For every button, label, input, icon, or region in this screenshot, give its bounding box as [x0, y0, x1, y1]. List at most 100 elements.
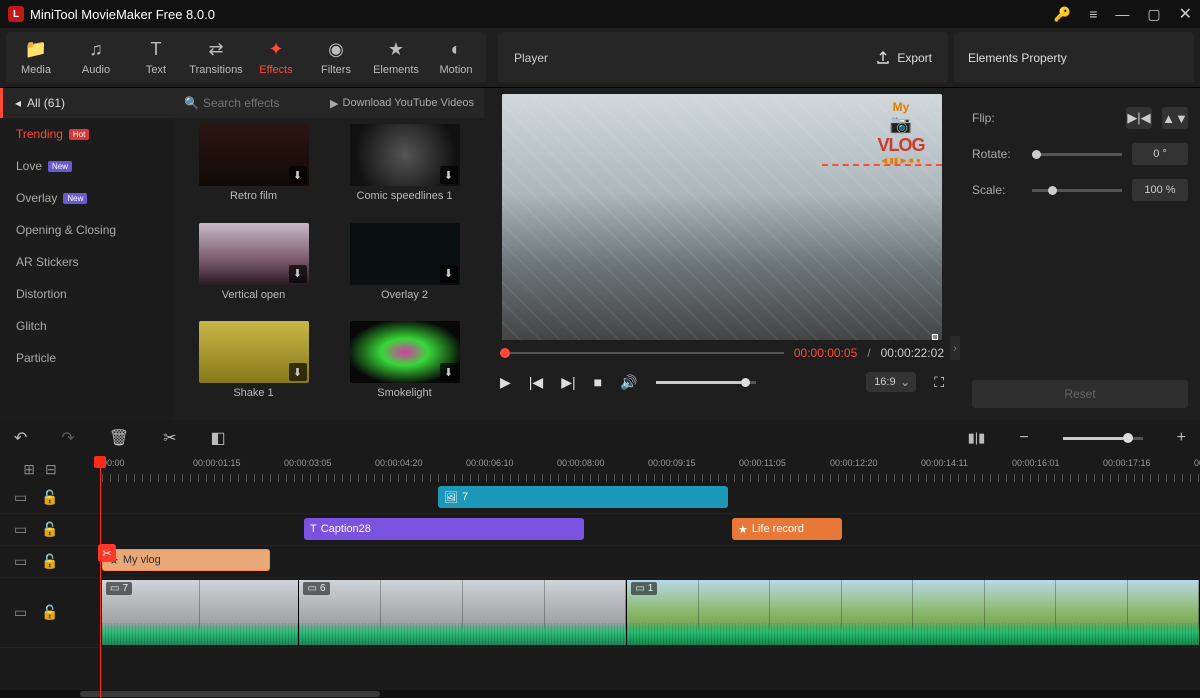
timeline-scrollbar[interactable]: [0, 690, 1200, 698]
fullscreen-button[interactable]: ⛶: [934, 374, 944, 391]
category-item[interactable]: TrendingHot: [0, 118, 174, 150]
split-button[interactable]: ✂: [163, 428, 176, 448]
category-item[interactable]: Opening & Closing: [0, 214, 174, 246]
export-button[interactable]: Export: [875, 50, 932, 66]
rotate-value[interactable]: 0 °: [1132, 143, 1188, 165]
play-button[interactable]: ▶: [500, 374, 511, 391]
properties-title: Elements Property: [954, 32, 1194, 83]
prev-frame-button[interactable]: |◀: [529, 374, 543, 391]
tab-effects[interactable]: ✦Effects: [246, 36, 306, 79]
undo-button[interactable]: ↶: [14, 428, 27, 448]
key-icon[interactable]: 🔑: [1054, 6, 1071, 23]
menu-icon[interactable]: ≡: [1089, 6, 1097, 22]
text-clip[interactable]: TCaption28: [304, 518, 584, 540]
swap-icon: ⇄: [208, 39, 223, 60]
volume-icon[interactable]: 🔊: [620, 374, 637, 391]
sparkle-icon: ✦: [268, 39, 283, 60]
close-button[interactable]: ✕: [1179, 4, 1192, 24]
tab-motion[interactable]: ◐Motion: [426, 36, 486, 79]
resize-handle[interactable]: [932, 334, 938, 340]
lock-icon[interactable]: 🔓: [41, 604, 58, 621]
zoom-slider[interactable]: [1063, 437, 1143, 440]
element-clip[interactable]: ★Life record: [732, 518, 842, 540]
lock-icon[interactable]: 🔓: [41, 489, 58, 506]
video-clip[interactable]: ▭1: [627, 580, 1200, 645]
effect-thumb[interactable]: ⬇Vertical open: [184, 223, 323, 316]
flip-horizontal-button[interactable]: ▶|◀: [1126, 107, 1152, 129]
maximize-button[interactable]: ▢: [1147, 6, 1160, 23]
time-ruler[interactable]: 00:0000:00:01:1500:00:03:0500:00:04:2000…: [80, 456, 1200, 482]
redo-button[interactable]: ↷: [61, 428, 74, 448]
tab-transitions[interactable]: ⇄Transitions: [186, 36, 246, 79]
tab-audio[interactable]: ♫Audio: [66, 36, 126, 79]
effect-thumb[interactable]: ⬇Comic speedlines 1: [335, 124, 474, 217]
next-frame-button[interactable]: ▶|: [561, 374, 575, 391]
crop-button[interactable]: ◧: [211, 428, 226, 448]
category-sidebar: ◂ All (61) TrendingHotLoveNewOverlayNewO…: [0, 88, 174, 420]
download-icon[interactable]: ⬇: [289, 363, 307, 381]
category-item[interactable]: AR Stickers: [0, 246, 174, 278]
fit-button[interactable]: ▮|▮: [968, 430, 986, 446]
track-type-icon: ▭: [14, 521, 27, 538]
timeline: ↶ ↷ 🗑 ✂ ◧ ▮|▮ − + ⊞ ⊟ 00:0000:00:01:1500…: [0, 420, 1200, 698]
rotate-slider[interactable]: [1032, 153, 1122, 156]
timeline-add-button[interactable]: ⊞: [23, 461, 35, 478]
timeline-collapse-button[interactable]: ⊟: [45, 461, 57, 478]
scale-label: Scale:: [972, 183, 1022, 197]
preview-viewport[interactable]: My 📷 VLOG ◀ ▮▮ ▶ ■ ●: [502, 94, 942, 340]
volume-slider[interactable]: [656, 381, 756, 384]
stop-button[interactable]: ■: [594, 374, 602, 390]
panel-collapse-toggle[interactable]: ›: [950, 336, 960, 360]
film-icon: ▭: [307, 583, 316, 594]
vlog-sticker-overlay[interactable]: My 📷 VLOG ◀ ▮▮ ▶ ■ ●: [866, 100, 936, 170]
search-wrap[interactable]: 🔍: [184, 96, 322, 110]
zoom-in-button[interactable]: +: [1177, 429, 1186, 447]
effect-thumb[interactable]: ⬇Overlay 2: [335, 223, 474, 316]
category-all[interactable]: ◂ All (61): [0, 88, 174, 118]
effect-thumb[interactable]: ⬇Shake 1: [184, 321, 323, 414]
filters-icon: ◉: [328, 39, 344, 60]
category-item[interactable]: Glitch: [0, 310, 174, 342]
tab-text[interactable]: TText: [126, 36, 186, 79]
minimize-button[interactable]: —: [1115, 6, 1129, 22]
download-icon[interactable]: ⬇: [440, 363, 458, 381]
category-item[interactable]: Distortion: [0, 278, 174, 310]
tracks-area: ▭🔓 🖼7 ▭🔓 TCaption28 ★Life record ▭🔓 ✂ ★M…: [0, 482, 1200, 690]
tab-media[interactable]: 📁Media: [6, 36, 66, 79]
reset-button[interactable]: Reset: [972, 380, 1188, 408]
video-clip[interactable]: ▭6: [299, 580, 627, 645]
star-icon: ★: [738, 523, 748, 536]
tab-elements[interactable]: ★Elements: [366, 36, 426, 79]
search-input[interactable]: [203, 96, 303, 110]
download-icon[interactable]: ⬇: [440, 265, 458, 283]
aspect-select[interactable]: 16:9: [866, 372, 916, 392]
lock-icon[interactable]: 🔓: [41, 521, 58, 538]
flip-vertical-button[interactable]: ▲▼: [1162, 107, 1188, 129]
selected-clip[interactable]: ★My vlog: [102, 549, 270, 571]
image-clip[interactable]: 🖼7: [438, 486, 728, 508]
lock-icon[interactable]: 🔓: [41, 553, 58, 570]
rotate-label: Rotate:: [972, 147, 1022, 161]
effects-browser: 🔍 ▶ Download YouTube Videos ⬇Retro film⬇…: [174, 88, 484, 420]
effect-thumb[interactable]: ⬇Smokelight: [335, 321, 474, 414]
download-icon[interactable]: ⬇: [289, 265, 307, 283]
zoom-out-button[interactable]: −: [1019, 429, 1028, 447]
category-item[interactable]: OverlayNew: [0, 182, 174, 214]
download-icon[interactable]: ⬇: [440, 166, 458, 184]
app-title: MiniTool MovieMaker Free 8.0.0: [30, 7, 1054, 22]
player-panel: My 📷 VLOG ◀ ▮▮ ▶ ■ ● 00:00:00:05 / 00:00…: [484, 88, 960, 420]
delete-button[interactable]: 🗑: [109, 428, 129, 448]
scale-value[interactable]: 100 %: [1132, 179, 1188, 201]
category-item[interactable]: LoveNew: [0, 150, 174, 182]
tab-filters[interactable]: ◉Filters: [306, 36, 366, 79]
seek-bar[interactable]: [500, 352, 784, 354]
scale-slider[interactable]: [1032, 189, 1122, 192]
text-icon: T: [151, 39, 162, 60]
video-clip[interactable]: ▭7: [102, 580, 299, 645]
title-bar: L MiniTool MovieMaker Free 8.0.0 🔑 ≡ — ▢…: [0, 0, 1200, 28]
youtube-download-link[interactable]: ▶ Download YouTube Videos: [330, 97, 474, 110]
download-icon[interactable]: ⬇: [289, 166, 307, 184]
effect-thumb[interactable]: ⬇Retro film: [184, 124, 323, 217]
playhead[interactable]: [100, 456, 101, 698]
category-item[interactable]: Particle: [0, 342, 174, 374]
